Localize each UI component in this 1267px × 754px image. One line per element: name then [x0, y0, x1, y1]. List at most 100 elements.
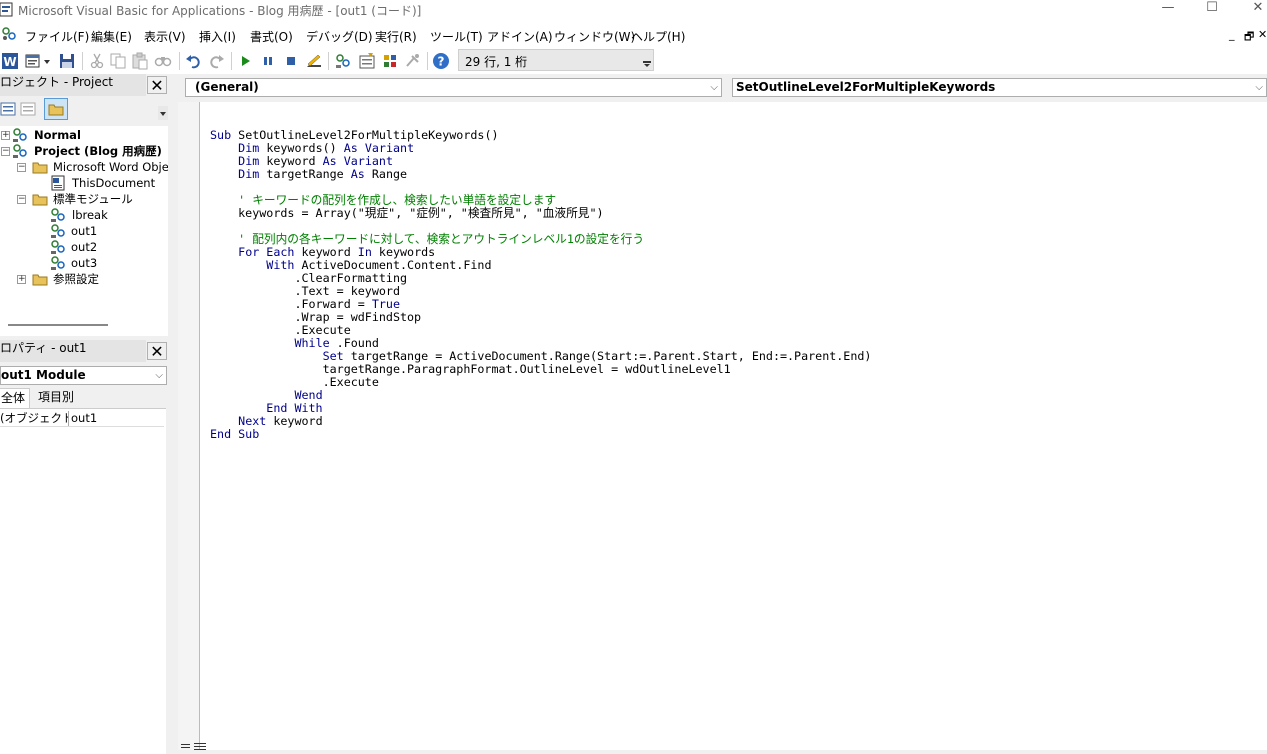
pane-splitter[interactable] [170, 74, 178, 754]
code-token: keywords() [259, 141, 344, 155]
code-token: keywords = Array("現症", "症例", "検査所見", "血液… [210, 206, 604, 220]
scroll-arrow-icon[interactable] [158, 106, 168, 120]
code-token: While [294, 336, 330, 350]
cursor-position-box: 29 行, 1 桁 [458, 49, 654, 71]
code-token: End Sub [210, 427, 260, 441]
collapse-icon[interactable]: − [1, 147, 10, 156]
svg-text:W: W [3, 55, 16, 69]
tab-alphabetic[interactable]: 全体 [0, 388, 31, 408]
code-token: ' 配列内の各キーワードに対して、検索とアウトラインレベル1の設定を行う [210, 232, 645, 246]
folder-icon [32, 274, 48, 286]
collapse-icon[interactable]: − [17, 163, 26, 172]
project-pane-close-button[interactable]: ✕ [147, 76, 167, 95]
view-object-icon[interactable] [20, 101, 36, 117]
tree-item-label: Microsoft Word Object [53, 160, 168, 174]
code-token: Range [364, 167, 408, 181]
minimize-button[interactable]: — [1145, 0, 1191, 22]
toggle-folders-button[interactable] [44, 98, 68, 120]
toolbox-icon[interactable] [404, 52, 422, 70]
properties-pane: ロパティ - out1 ✕ out1 Module ⌵ 全体 項目別 (オブジェ… [0, 340, 170, 754]
tree-item-label: out2 [71, 240, 98, 254]
code-line[interactable]: Dim targetRange As Range [210, 168, 871, 181]
menu-window[interactable]: ウィンドウ(W) [554, 28, 635, 45]
code-token: For Each [238, 245, 295, 259]
save-icon[interactable] [58, 52, 76, 70]
close-button[interactable]: ✕ [1235, 0, 1267, 22]
object-browser-icon[interactable] [381, 52, 399, 70]
undo-icon[interactable] [185, 52, 203, 70]
code-token: Dim [238, 154, 260, 168]
properties-pane-close-button[interactable]: ✕ [147, 342, 167, 361]
module-icon [51, 256, 65, 270]
mdi-minimize-button[interactable]: _ [1229, 28, 1235, 41]
svg-text:?: ? [438, 55, 445, 69]
project-explorer-icon[interactable] [334, 52, 352, 70]
find-icon[interactable] [154, 52, 172, 70]
properties-icon[interactable] [358, 52, 376, 70]
view-toggle-icon[interactable] [180, 742, 220, 750]
properties-object-select[interactable]: out1 Module ⌵ [0, 366, 167, 385]
code-text[interactable]: Sub SetOutlineLevel2ForMultipleKeywords(… [210, 129, 871, 441]
menu-addins[interactable]: アドイン(A) [487, 28, 553, 45]
mdi-close-button[interactable]: ✕ [1258, 28, 1267, 41]
menu-bar: ファイル(F) 編集(E) 表示(V) 挿入(I) 書式(O) デバッグ(D) … [0, 22, 1267, 48]
menu-help[interactable]: ヘルプ(H) [631, 28, 685, 45]
cut-icon[interactable] [88, 52, 106, 70]
code-token: .Found [329, 336, 379, 350]
paste-icon[interactable] [131, 52, 149, 70]
menu-insert[interactable]: 挿入(I) [199, 28, 236, 45]
copy-icon[interactable] [109, 52, 127, 70]
mdi-restore-button[interactable]: 🗗 [1244, 28, 1254, 47]
code-line[interactable]: End Sub [210, 428, 871, 441]
chevron-down-icon[interactable]: ⌵ [1255, 79, 1263, 96]
folder-icon [32, 162, 48, 174]
menu-view[interactable]: 表示(V) [144, 28, 186, 45]
menu-file[interactable]: ファイル(F) [25, 28, 89, 45]
menu-run[interactable]: 実行(R) [375, 28, 417, 45]
insert-module-icon[interactable] [24, 52, 52, 70]
redo-icon[interactable] [207, 52, 225, 70]
maximize-button[interactable]: ☐ [1189, 0, 1235, 22]
code-token: End With [266, 401, 323, 415]
code-token: As [350, 167, 365, 181]
expand-icon[interactable]: + [1, 131, 10, 140]
chevron-down-icon[interactable]: ⌵ [710, 79, 718, 96]
menu-tools[interactable]: ツール(T) [430, 28, 483, 45]
expand-icon[interactable]: + [17, 275, 26, 284]
project-icon [13, 128, 27, 142]
view-code-icon[interactable] [0, 101, 16, 117]
object-select[interactable]: (General) ⌵ [185, 78, 722, 97]
project-explorer-pane: ロジェクト - Project ✕ + Normal − Project (Bl… [0, 74, 170, 338]
menu-debug[interactable]: デバッグ(D) [306, 28, 373, 45]
reset-icon[interactable] [282, 52, 300, 70]
code-editor[interactable]: Sub SetOutlineLevel2ForMultipleKeywords(… [178, 102, 1267, 750]
object-select-value: (General) [195, 80, 259, 94]
code-line[interactable]: keywords = Array("現症", "症例", "検査所見", "血液… [210, 207, 871, 220]
tab-categorized[interactable]: 項目別 [34, 388, 78, 408]
collapse-icon[interactable]: − [17, 195, 26, 204]
margin-indicator-bar[interactable] [178, 102, 200, 750]
folder-icon [32, 194, 48, 206]
design-mode-icon[interactable] [305, 52, 323, 70]
help-icon[interactable]: ? [432, 52, 450, 70]
properties-tabs: 全体 項目別 [0, 388, 168, 408]
procedure-select[interactable]: SetOutlineLevel2ForMultipleKeywords ⌵ [732, 78, 1267, 97]
property-row[interactable]: (オブジェクト名) out1 [0, 411, 164, 427]
tree-item-label: lbreak [72, 208, 108, 222]
run-icon[interactable] [237, 52, 255, 70]
horizontal-scrollbar[interactable] [8, 324, 108, 326]
menu-format[interactable]: 書式(O) [250, 28, 293, 45]
code-line[interactable]: Next keyword [210, 415, 871, 428]
word-icon[interactable]: W [1, 52, 19, 70]
toolbar-grip-icon[interactable] [643, 53, 651, 67]
menu-edit[interactable]: 編集(E) [91, 28, 132, 45]
chevron-down-icon[interactable]: ⌵ [155, 367, 163, 384]
code-token: Set [322, 349, 344, 363]
break-icon[interactable] [259, 52, 277, 70]
property-value[interactable]: out1 [71, 411, 97, 426]
